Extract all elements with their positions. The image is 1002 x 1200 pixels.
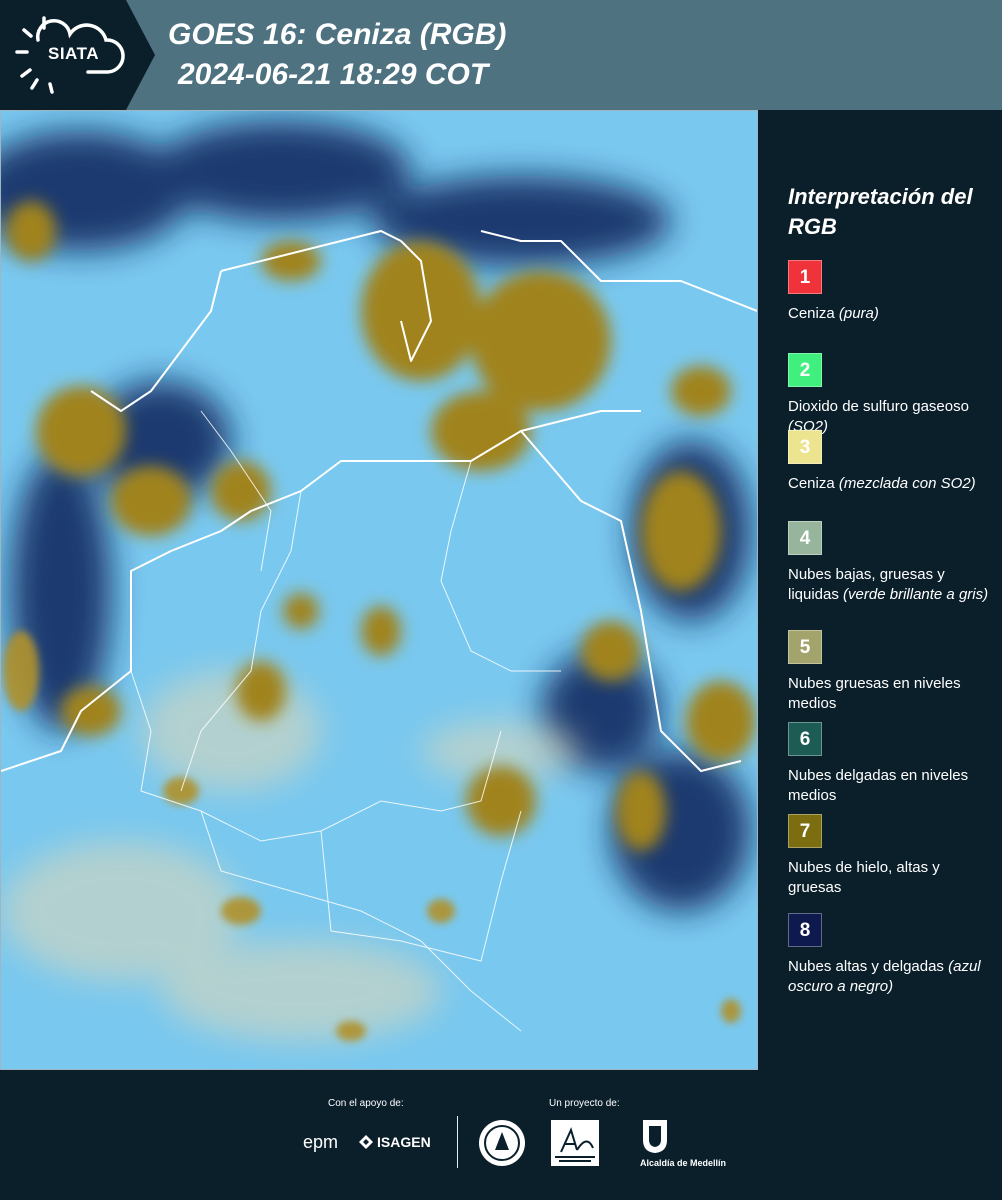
legend-label-text: Ceniza bbox=[788, 475, 835, 492]
legend-label-text: Nubes altas y delgadas bbox=[788, 958, 944, 975]
legend-label: Nubes bajas, gruesas y liquidas (verde b… bbox=[788, 565, 993, 605]
legend-swatch: 8 bbox=[788, 913, 822, 947]
crest-icon bbox=[643, 1120, 667, 1153]
legend-label-text: Nubes de hielo, altas y gruesas bbox=[788, 859, 940, 896]
datetime: 2024-06-21 18:29 COT bbox=[178, 58, 489, 91]
legend-swatch: 6 bbox=[788, 722, 822, 756]
legend-label-note: (mezclada con SO2) bbox=[838, 475, 976, 492]
legend-label-text: Nubes delgadas en niveles medios bbox=[788, 767, 969, 804]
legend-item-3: 3 Ceniza (mezclada con SO2) bbox=[788, 430, 993, 494]
legend-label-text: Dioxido de sulfuro gaseoso bbox=[788, 398, 969, 415]
legend-label: Ceniza (pura) bbox=[788, 304, 993, 324]
legend-panel: Interpretación del RGB 1 Ceniza (pura) 2 Di… bbox=[760, 110, 1002, 1070]
legend-item-6: 6 Nubes delgadas en niveles medios bbox=[788, 722, 993, 806]
legend-label: Ceniza (mezclada con SO2) bbox=[788, 474, 993, 494]
legend-label: Nubes altas y delgadas (azul oscuro a ne… bbox=[788, 957, 993, 997]
legend-label-text: Ceniza bbox=[788, 305, 835, 322]
legend-item-7: 7 Nubes de hielo, altas y gruesas bbox=[788, 814, 993, 898]
legend-item-4: 4 Nubes bajas, gruesas y liquidas (verde … bbox=[788, 521, 993, 605]
seal-icon bbox=[479, 1120, 525, 1166]
medellin-logo-text: Alcaldía de Medellín bbox=[640, 1158, 727, 1168]
legend-item-5: 5 Nubes gruesas en niveles medios bbox=[788, 630, 993, 714]
legend-label: Nubes gruesas en niveles medios bbox=[788, 674, 993, 714]
footer-divider bbox=[457, 1116, 458, 1168]
header: SIATA GOES 16: Ceniza (RGB) 2024-06-21 1… bbox=[0, 0, 1002, 110]
legend-swatch: 3 bbox=[788, 430, 822, 464]
legend-label: Nubes delgadas en niveles medios bbox=[788, 766, 993, 806]
legend-swatch: 7 bbox=[788, 814, 822, 848]
legend-swatch: 5 bbox=[788, 630, 822, 664]
legend-swatch: 4 bbox=[788, 521, 822, 555]
legend-label-text: Nubes gruesas en niveles medios bbox=[788, 675, 961, 712]
isagen-mark-icon bbox=[359, 1135, 373, 1149]
satellite-map bbox=[0, 110, 758, 1070]
legend-swatch: 1 bbox=[788, 260, 822, 294]
legend-label-note: (pura) bbox=[838, 305, 879, 322]
isagen-logo: ISAGEN bbox=[377, 1134, 431, 1150]
project-label: Un proyecto de: bbox=[549, 1098, 620, 1109]
area-metropolitana-logo bbox=[551, 1120, 599, 1166]
legend-swatch: 2 bbox=[788, 353, 822, 387]
legend-label: Nubes de hielo, altas y gruesas bbox=[788, 858, 993, 898]
footer: Con el apoyo de: Un proyecto de: epm ISA… bbox=[0, 1070, 1002, 1200]
legend-title: Interpretación del RGB bbox=[788, 184, 973, 239]
epm-logo: epm bbox=[303, 1132, 339, 1152]
satellite-image bbox=[1, 111, 757, 1069]
legend-label-note: (verde brillante a gris) bbox=[843, 586, 989, 603]
logo: SIATA bbox=[0, 0, 155, 110]
legend-item-1: 1 Ceniza (pura) bbox=[788, 260, 993, 324]
logo-text: SIATA bbox=[48, 44, 99, 63]
legend-item-2: 2 Dioxido de sulfuro gaseoso (SO2) bbox=[788, 353, 993, 437]
page-title: GOES 16: Ceniza (RGB) bbox=[168, 18, 507, 51]
support-label: Con el apoyo de: bbox=[328, 1098, 404, 1109]
legend-item-8: 8 Nubes altas y delgadas (azul oscuro a n… bbox=[788, 913, 993, 997]
